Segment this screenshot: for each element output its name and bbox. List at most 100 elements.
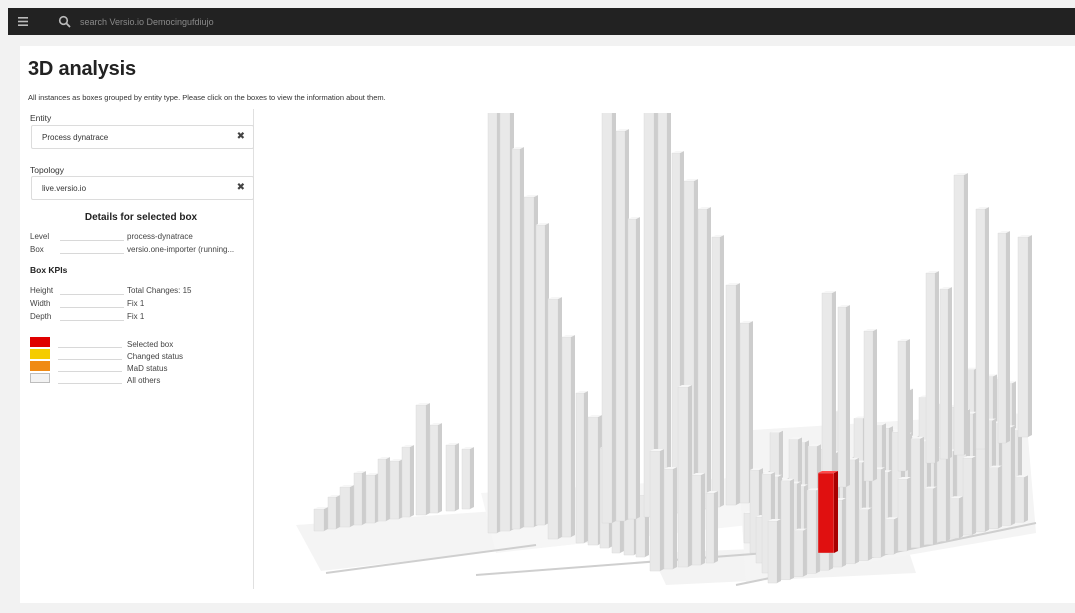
entity-label: Entity — [30, 113, 52, 123]
topology-select[interactable]: live.versio.io ✖ — [31, 176, 254, 200]
entity-box[interactable] — [627, 217, 640, 520]
entity-box[interactable] — [615, 129, 629, 522]
3d-scene[interactable] — [266, 113, 1059, 589]
kpi-key: Height — [30, 286, 54, 295]
entity-box[interactable] — [575, 391, 588, 544]
entity-box[interactable] — [649, 449, 664, 572]
divider — [60, 240, 124, 241]
entity-box[interactable] — [461, 447, 474, 510]
divider — [60, 307, 124, 308]
detail-value: process-dynatrace — [127, 232, 193, 241]
detail-key: Box — [30, 245, 44, 254]
close-icon[interactable]: ✖ — [237, 132, 245, 142]
left-panel: Entity Process dynatrace ✖ Topology live… — [28, 109, 254, 589]
entity-box[interactable] — [1014, 475, 1028, 523]
entity-box[interactable] — [535, 223, 549, 526]
topology-label: Topology — [30, 165, 65, 175]
entity-box[interactable] — [949, 496, 963, 539]
topology-value: live.versio.io — [42, 183, 87, 193]
entity-box[interactable] — [725, 283, 740, 506]
legend-label: Selected box — [127, 340, 174, 349]
entity-select[interactable]: Process dynatrace ✖ — [31, 125, 254, 149]
legend-swatch-selected — [30, 337, 50, 347]
entity-box[interactable] — [837, 305, 850, 488]
entity-box[interactable] — [821, 291, 836, 494]
legend-swatch-mad — [30, 361, 50, 371]
kpi-value: Fix 1 — [127, 299, 145, 308]
entity-box[interactable] — [975, 207, 989, 450]
kpi-value: Total Changes: 15 — [127, 286, 192, 295]
kpi-row-width: Width Fix 1 — [30, 299, 254, 311]
hamburger-icon[interactable] — [8, 8, 38, 35]
entity-box[interactable] — [897, 477, 911, 552]
entity-box[interactable] — [663, 467, 677, 570]
legend-label: Changed status — [127, 352, 184, 361]
entity-box[interactable] — [487, 113, 501, 534]
entity-box[interactable] — [691, 473, 705, 566]
entity-box[interactable] — [511, 147, 524, 530]
top-bar — [8, 8, 1075, 35]
entity-box[interactable] — [1017, 235, 1032, 438]
entity-box[interactable] — [925, 271, 939, 464]
entity-box[interactable] — [997, 231, 1010, 444]
search-bar — [58, 15, 380, 29]
detail-row-level: Level process-dynatrace — [30, 232, 254, 244]
divider — [58, 383, 122, 384]
kpi-key: Width — [30, 299, 51, 308]
entity-box[interactable] — [415, 403, 430, 516]
entity-box[interactable] — [962, 456, 976, 536]
entity-box[interactable] — [601, 113, 616, 524]
entity-box[interactable] — [313, 507, 328, 532]
divider — [58, 347, 122, 348]
entity-box[interactable] — [339, 485, 354, 528]
entity-box[interactable] — [780, 478, 794, 580]
entity-box[interactable] — [939, 287, 952, 460]
detail-key: Level — [30, 232, 50, 241]
entity-box[interactable] — [389, 459, 403, 520]
kpi-row-height: Height Total Changes: 15 — [30, 286, 254, 298]
entity-box[interactable] — [858, 507, 872, 561]
kpi-key: Depth — [30, 312, 52, 321]
search-icon[interactable] — [58, 15, 72, 29]
entity-box[interactable] — [897, 339, 910, 472]
selected-box[interactable] — [817, 471, 838, 554]
entity-box[interactable] — [677, 385, 692, 568]
entity-box[interactable] — [365, 473, 379, 524]
main-card: 3D analysis All instances as boxes group… — [20, 46, 1075, 603]
legend-swatch-others — [30, 373, 50, 383]
entity-box[interactable] — [871, 467, 885, 558]
legend-swatch-changed — [30, 349, 50, 359]
entity-box[interactable] — [910, 436, 924, 548]
close-icon[interactable]: ✖ — [237, 183, 245, 193]
entity-box[interactable] — [697, 207, 711, 510]
3d-visualization-canvas[interactable] — [266, 113, 1059, 589]
entity-box[interactable] — [767, 519, 781, 584]
kpi-value: Fix 1 — [127, 312, 145, 321]
entity-box[interactable] — [561, 335, 575, 538]
entity-box[interactable] — [793, 528, 807, 577]
entity-box[interactable] — [711, 235, 724, 508]
divider — [60, 253, 124, 254]
legend-label: All others — [127, 376, 161, 385]
entity-box[interactable] — [953, 173, 968, 456]
details-title: Details for selected box — [84, 212, 198, 223]
entity-box[interactable] — [327, 495, 340, 530]
entity-box[interactable] — [863, 329, 877, 482]
detail-row-box: Box versio.one-importer (running... — [30, 245, 254, 257]
entity-box[interactable] — [547, 297, 562, 540]
divider — [60, 320, 124, 321]
entity-box[interactable] — [445, 443, 459, 512]
entity-box[interactable] — [353, 471, 366, 526]
page-title: 3D analysis — [28, 58, 136, 80]
kpi-row-depth: Depth Fix 1 — [30, 312, 254, 324]
entity-box[interactable] — [923, 486, 937, 545]
detail-value: versio.one-importer (running... — [127, 245, 235, 254]
entity-box[interactable] — [884, 517, 898, 555]
entity-box[interactable] — [401, 445, 414, 518]
legend-label: MaD status — [127, 364, 168, 373]
entity-box[interactable] — [377, 457, 390, 522]
entity-box[interactable] — [988, 465, 1002, 529]
entity-box[interactable] — [705, 491, 718, 564]
entity-box[interactable] — [429, 423, 442, 514]
search-input[interactable] — [80, 16, 380, 27]
